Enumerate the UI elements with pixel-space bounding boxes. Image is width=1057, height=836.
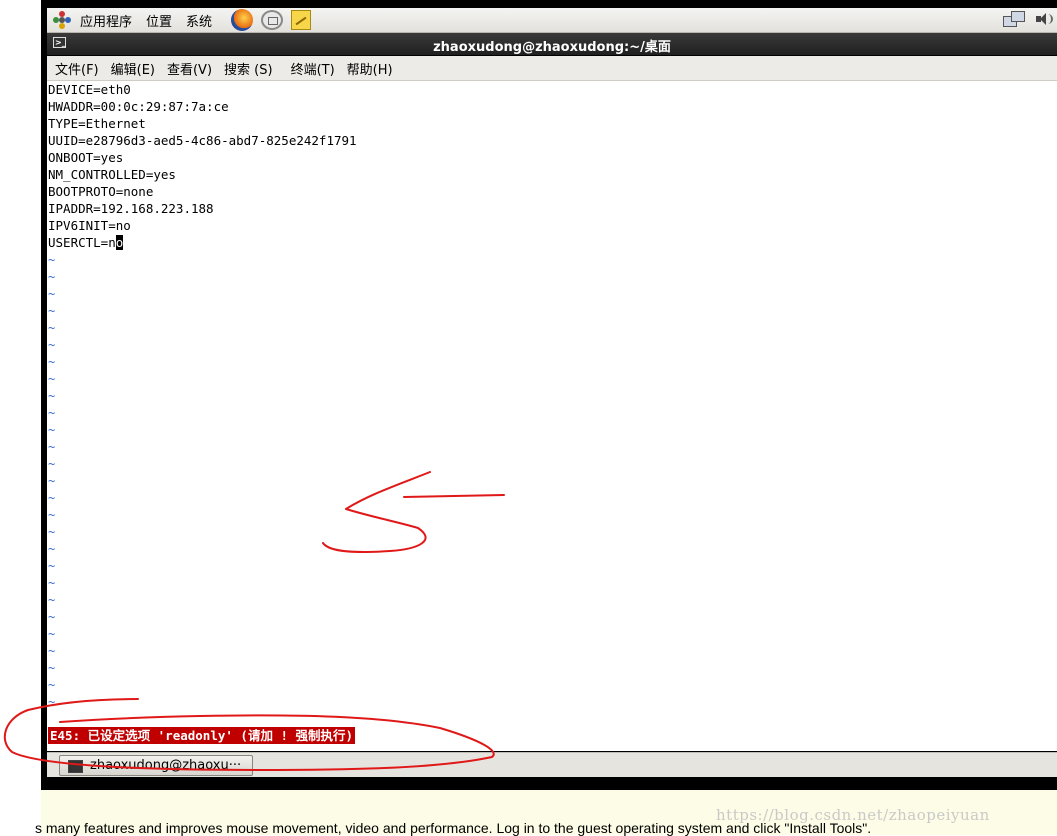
empty-line-tilde: ~ (48, 338, 56, 352)
empty-line-tilde: ~ (48, 457, 56, 471)
empty-line-tilde: ~ (48, 406, 56, 420)
terminal-content[interactable]: DEVICE=eth0 HWADDR=00:0c:29:87:7a:ce TYP… (47, 81, 1057, 751)
config-line-prefix: USERCTL=n (48, 235, 116, 250)
taskbar-window-button[interactable]: zhaoxudong@zhaoxu··· (59, 755, 253, 776)
config-line-last: USERCTL=no (48, 234, 124, 251)
config-line: DEVICE=eth0 (48, 82, 131, 97)
config-line: IPV6INIT=no (48, 218, 131, 233)
config-line: BOOTPROTO=none (48, 184, 154, 199)
empty-line-tilde: ~ (48, 542, 56, 556)
empty-line-tilde: ~ (48, 372, 56, 386)
empty-line-tilde: ~ (48, 644, 56, 658)
menu-view[interactable]: 查看(V) (167, 59, 212, 78)
empty-line-tilde: ~ (48, 355, 56, 369)
volume-icon[interactable] (1035, 11, 1053, 27)
network-icon[interactable] (1003, 11, 1025, 27)
empty-line-tilde: ~ (48, 491, 56, 505)
mail-icon[interactable] (261, 10, 284, 30)
empty-line-tilde: ~ (48, 287, 56, 301)
empty-line-tilde: ~ (48, 440, 56, 454)
empty-line-tilde: ~ (48, 525, 56, 539)
config-line: IPADDR=192.168.223.188 (48, 201, 214, 216)
terminal-icon (68, 760, 83, 773)
panel-menus: 应用程序 位置 系统 (53, 11, 219, 30)
menu-help[interactable]: 帮助(H) (347, 59, 393, 78)
bottom-taskbar: zhaoxudong@zhaoxu··· (47, 752, 1057, 777)
empty-line-tilde: ~ (48, 304, 56, 318)
empty-line-tilde: ~ (48, 508, 56, 522)
empty-line-tilde: ~ (48, 270, 56, 284)
gnome-foot-icon[interactable] (53, 11, 71, 29)
empty-line-tilde: ~ (48, 559, 56, 573)
panel-menu-applications[interactable]: 应用程序 (73, 11, 139, 30)
config-line: ONBOOT=yes (48, 150, 124, 165)
top-panel: 应用程序 位置 系统 (47, 8, 1057, 33)
taskbar-window-label: zhaoxudong@zhaoxu··· (90, 758, 242, 773)
empty-line-tilde: ~ (48, 695, 56, 709)
config-line: NM_CONTROLLED=yes (48, 167, 176, 182)
window-title: zhaoxudong@zhaoxudong:~/桌面 (433, 40, 671, 55)
empty-line-tilde: ~ (48, 661, 56, 675)
panel-menu-places[interactable]: 位置 (139, 11, 179, 30)
menu-file[interactable]: 文件(F) (55, 59, 99, 78)
empty-line-tilde: ~ (48, 593, 56, 607)
firefox-icon[interactable] (231, 9, 254, 31)
watermark: https://blog.csdn.net/zhaopeiyuan (716, 806, 990, 824)
menu-search[interactable]: 搜索 (S) (224, 59, 273, 78)
terminal-menubar: 文件(F) 编辑(E) 查看(V) 搜索 (S) 终端(T) 帮助(H) (47, 56, 1057, 81)
empty-line-tilde: ~ (48, 321, 56, 335)
empty-line-tilde: ~ (48, 576, 56, 590)
empty-line-tilde: ~ (48, 253, 56, 267)
empty-line-tilde: ~ (48, 678, 56, 692)
menu-terminal[interactable]: 终端(T) (291, 59, 335, 78)
error-message: E45: 已设定选项 'readonly' (请加 ! 强制执行) (48, 727, 356, 744)
text-cursor: o (115, 235, 124, 250)
empty-line-tilde: ~ (48, 627, 56, 641)
window-titlebar[interactable]: >_ zhaoxudong@zhaoxudong:~/桌面 (47, 33, 1057, 55)
empty-line-tilde: ~ (48, 423, 56, 437)
menu-edit[interactable]: 编辑(E) (111, 59, 155, 78)
panel-menu-system[interactable]: 系统 (179, 11, 219, 30)
empty-line-tilde: ~ (48, 389, 56, 403)
empty-line-tilde: ~ (48, 610, 56, 624)
empty-line-tilde: ~ (48, 474, 56, 488)
note-icon[interactable] (291, 10, 312, 30)
config-line: TYPE=Ethernet (48, 116, 146, 131)
config-line: HWADDR=00:0c:29:87:7a:ce (48, 99, 229, 114)
config-line: UUID=e28796d3-aed5-4c86-abd7-825e242f179… (48, 133, 357, 148)
system-tray (1003, 11, 1053, 27)
